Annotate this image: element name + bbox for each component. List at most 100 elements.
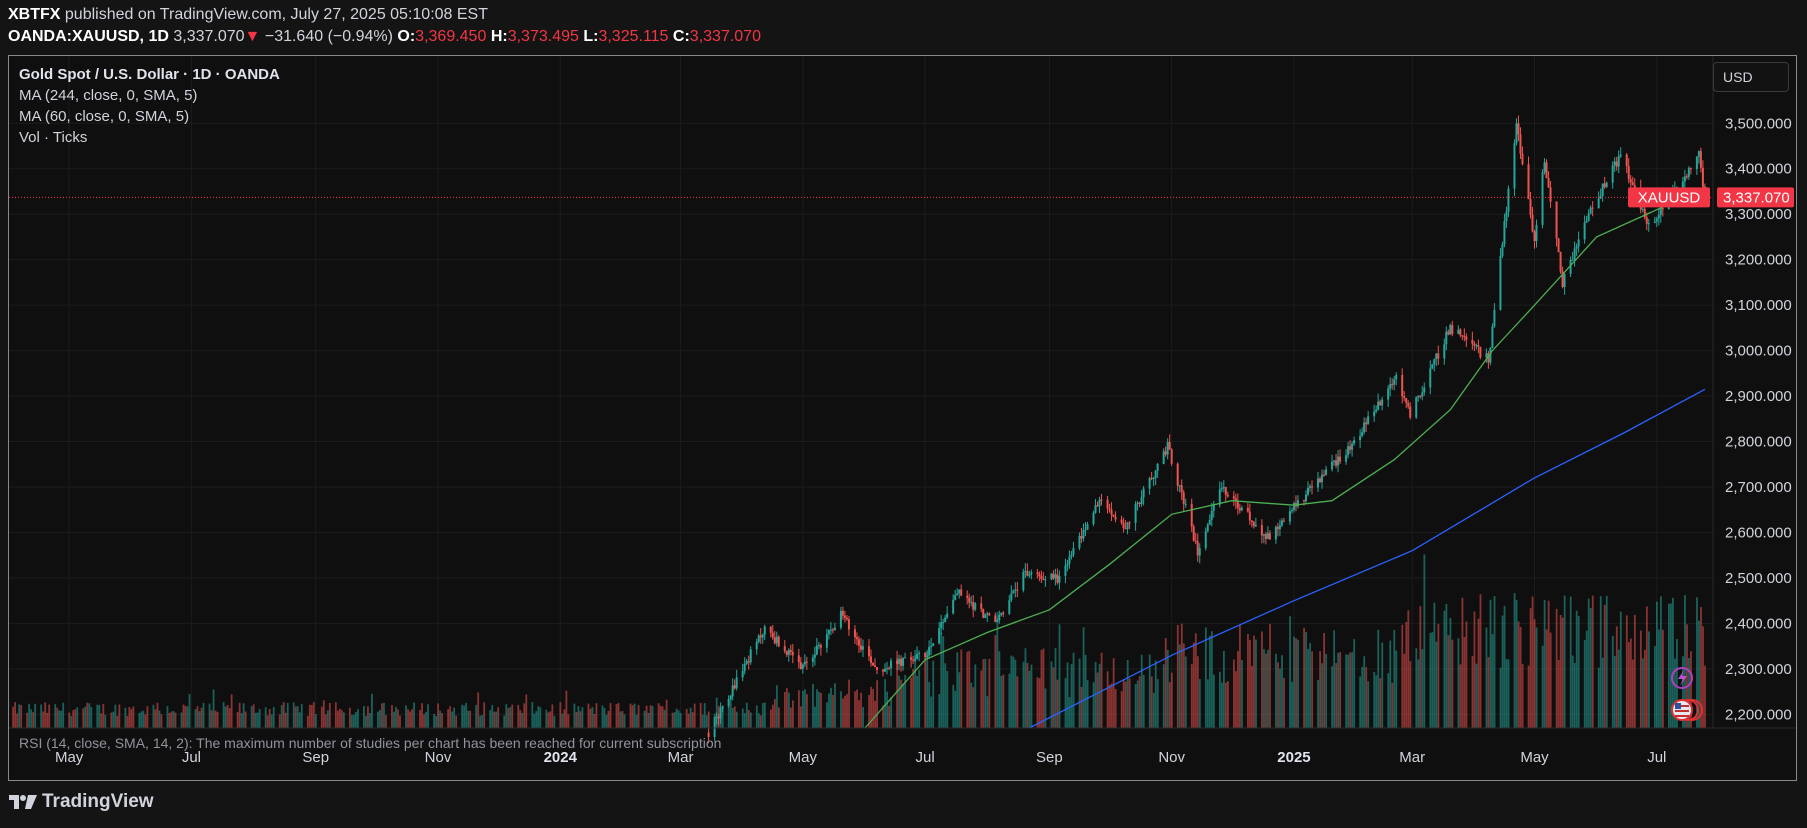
- volume-bar: [1563, 595, 1566, 728]
- volume-bar: [338, 708, 341, 728]
- candle-body: [1264, 534, 1267, 539]
- candle-body: [1475, 345, 1478, 347]
- volume-bar: [212, 689, 215, 728]
- volume-bar: [1128, 678, 1131, 728]
- candle-body: [787, 650, 790, 655]
- volume-bar: [657, 703, 660, 728]
- volume-bar: [1190, 664, 1193, 728]
- candle-body: [1429, 368, 1432, 388]
- volume-bar: [1220, 682, 1223, 728]
- volume-bar: [230, 694, 233, 728]
- legend-title[interactable]: Gold Spot / U.S. Dollar · 1D · OANDA: [19, 66, 280, 83]
- candle-body: [1204, 531, 1207, 549]
- volume-bar: [587, 703, 590, 728]
- candle-body: [1162, 451, 1165, 464]
- candle-body: [833, 627, 836, 631]
- volume-bar: [58, 710, 61, 728]
- chart-pane[interactable]: 2,200.000 2,300.000 2,400.000 2,500.000 2,60…: [8, 55, 1797, 781]
- candle-body: [984, 614, 987, 618]
- volume-bar: [371, 693, 373, 728]
- candle-body: [1068, 556, 1071, 564]
- candle-body: [1391, 384, 1394, 386]
- volume-bar: [872, 689, 874, 728]
- candle-body: [1224, 487, 1227, 495]
- volume-bar: [1054, 648, 1057, 728]
- candle-body: [1519, 134, 1522, 154]
- volume-bar: [172, 711, 175, 728]
- volume-bar: [755, 705, 758, 728]
- volume-bar: [100, 713, 103, 728]
- candle-body: [755, 642, 758, 650]
- volume-bar: [637, 704, 640, 728]
- volume-bar: [701, 714, 704, 728]
- volume-bar: [1349, 652, 1352, 728]
- volume-bar: [336, 710, 339, 728]
- volume-bar: [563, 709, 566, 728]
- volume-bar: [924, 657, 927, 728]
- volume-bar: [1645, 606, 1648, 728]
- volume-bar: [1415, 648, 1418, 728]
- candle-body: [1597, 198, 1600, 209]
- volume-bar: [26, 712, 29, 728]
- volume-bar: [1198, 679, 1201, 728]
- tradingview-logo[interactable]: TradingView: [8, 791, 154, 813]
- price-chart[interactable]: 2,200.000 2,300.000 2,400.000 2,500.000 2,60…: [9, 56, 1797, 781]
- candle-body: [857, 639, 860, 646]
- volume-bar: [1124, 681, 1127, 728]
- volume-bar: [647, 712, 650, 728]
- candle-body: [1377, 401, 1380, 410]
- volume-bar: [1627, 642, 1630, 728]
- volume-bar: [1002, 674, 1005, 728]
- candle-body: [1423, 387, 1426, 393]
- candle-body: [1687, 168, 1690, 177]
- candle-body: [859, 645, 862, 650]
- candle-body: [1276, 526, 1279, 530]
- volume-bar: [266, 715, 269, 728]
- candle-body: [759, 635, 762, 638]
- candle-body: [1447, 331, 1450, 335]
- candle-body: [1212, 504, 1215, 511]
- candle-body: [926, 655, 929, 657]
- volume-bar: [661, 706, 664, 728]
- candle-body: [1056, 574, 1059, 583]
- candle-body: [944, 617, 947, 623]
- candle-body: [968, 597, 971, 603]
- volume-bar: [236, 711, 239, 728]
- candle-body: [912, 659, 915, 661]
- volume-bar: [1064, 678, 1067, 728]
- legend-volume[interactable]: Vol · Ticks: [19, 129, 87, 146]
- volume-bar: [240, 713, 243, 728]
- volume-bar: [812, 683, 814, 728]
- volume-bar: [1407, 610, 1410, 728]
- candle-body: [932, 643, 935, 646]
- volume-bar: [832, 694, 834, 728]
- flag-canton: [1675, 703, 1681, 709]
- volume-bar: [354, 712, 357, 728]
- volume-bar: [1419, 606, 1422, 728]
- legend-ma60[interactable]: MA (60, close, 0, SMA, 5): [19, 108, 189, 125]
- volume-bar: [1166, 650, 1169, 728]
- candle-body: [719, 707, 722, 719]
- currency-button[interactable]: USD: [1713, 62, 1789, 92]
- candle-body: [745, 661, 748, 664]
- volume-bar: [1335, 663, 1338, 728]
- volume-bar: [1575, 610, 1578, 728]
- candle-body: [1431, 364, 1434, 369]
- candle-body: [1507, 188, 1510, 212]
- candle-body: [1134, 503, 1137, 523]
- volume-bar: [1028, 670, 1031, 728]
- low-value: 3,325.115: [598, 28, 669, 45]
- volume-bar: [743, 713, 746, 728]
- candle-body: [1086, 524, 1089, 530]
- legend-ma244[interactable]: MA (244, close, 0, SMA, 5): [19, 87, 197, 104]
- volume-bar: [581, 707, 584, 728]
- volume-bar: [1451, 639, 1454, 728]
- volume-bar: [1613, 655, 1616, 728]
- volume-bar: [1066, 662, 1069, 728]
- volume-bar: [1583, 639, 1586, 728]
- publisher-name[interactable]: XBTFX: [8, 6, 60, 23]
- candle-body: [974, 603, 977, 610]
- candle-body: [980, 603, 983, 609]
- volume-bar: [749, 712, 752, 728]
- volume-bar: [1339, 652, 1342, 728]
